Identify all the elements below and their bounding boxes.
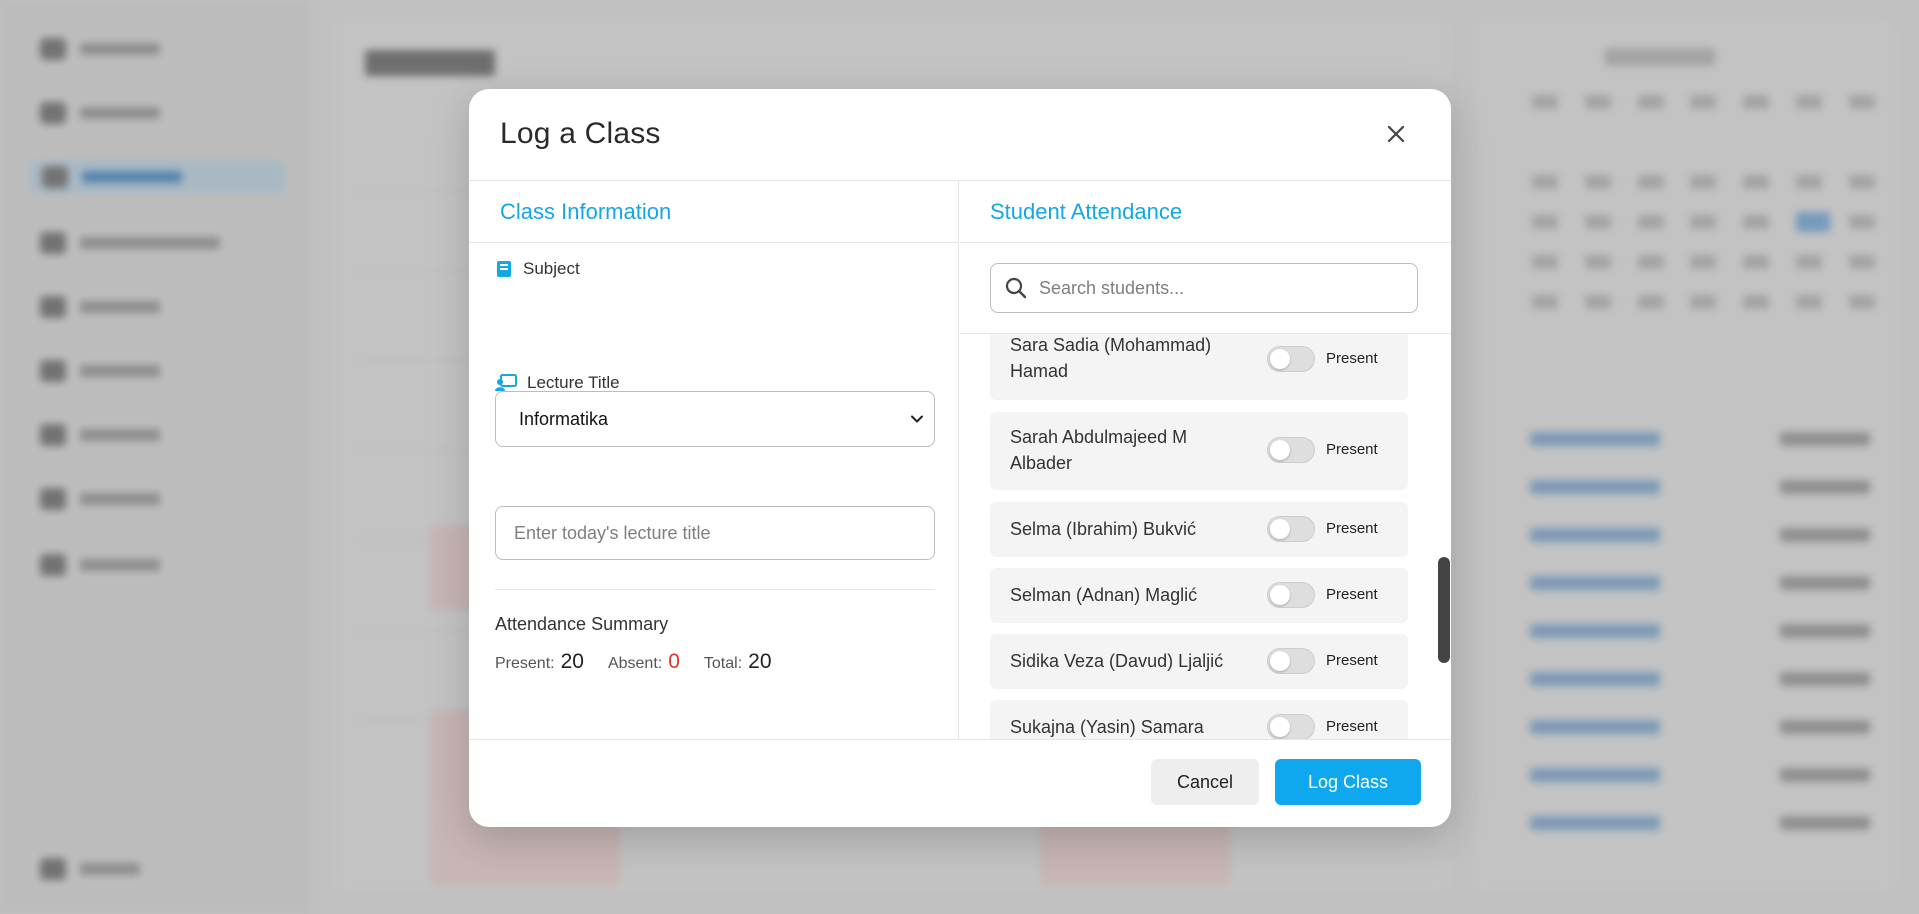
log-class-button[interactable]: Log Class (1275, 759, 1421, 805)
present-count: 20 (560, 650, 584, 673)
student-row: Sarah Abdulmajeed M Albader Present (990, 412, 1408, 490)
student-name: Selman (Adnan) Maglić (1010, 585, 1198, 605)
student-name: Sarah Abdulmajeed M Albader (1010, 427, 1188, 473)
lecture-title-label: Lecture Title (495, 373, 620, 393)
class-information-title: Class Information (500, 198, 672, 224)
attendance-status: Present (1326, 350, 1378, 367)
log-class-modal: Log a Class Class Information Subject In… (469, 89, 1451, 827)
student-list: Sara Sadia (Mohammad) Hamad Present Sara… (990, 334, 1408, 739)
summary-total: Total: 20 (704, 650, 772, 674)
student-row: Sara Sadia (Mohammad) Hamad Present (990, 334, 1408, 400)
search-input[interactable] (1039, 277, 1399, 299)
present-count-label: Present: (495, 655, 555, 672)
close-button[interactable] (1381, 119, 1411, 149)
subject-label: Subject (495, 259, 580, 279)
lecture-title-input[interactable] (495, 506, 935, 560)
student-attendance-title: Student Attendance (990, 198, 1183, 224)
search-icon (1005, 277, 1027, 299)
attendance-status: Present (1326, 586, 1378, 603)
class-information-heading: Class Information (469, 181, 958, 243)
attendance-toggle[interactable] (1267, 437, 1315, 463)
student-row: Selma (Ibrahim) Bukvić Present (990, 502, 1408, 557)
student-name: Sidika Veza (Davud) Ljaljić (1010, 651, 1224, 671)
attendance-summary: Present: 20 Absent: 0 Total: 20 (495, 650, 772, 674)
chevron-down-icon (911, 415, 923, 423)
cancel-button[interactable]: Cancel (1151, 759, 1259, 805)
modal-header: Log a Class (469, 89, 1451, 181)
subject-select[interactable]: Informatika (495, 391, 935, 447)
attendance-toggle[interactable] (1267, 648, 1315, 674)
total-count-label: Total: (703, 655, 743, 672)
subject-select-value: Informatika (519, 408, 609, 429)
absent-count-label: Absent: (607, 655, 663, 672)
attendance-status: Present (1326, 718, 1378, 735)
attendance-status: Present (1326, 441, 1378, 458)
presentation-icon (495, 374, 517, 392)
close-icon (1387, 125, 1405, 143)
subject-label-text: Subject (523, 259, 580, 278)
attendance-toggle[interactable] (1267, 714, 1315, 739)
modal-scrollbar[interactable] (1438, 557, 1450, 663)
total-count: 20 (748, 650, 772, 673)
divider (495, 589, 935, 590)
student-attendance-heading: Student Attendance (960, 181, 1451, 243)
student-attendance-panel: Student Attendance Sara Sadia (Mohammad)… (960, 181, 1451, 739)
student-row: Selman (Adnan) Maglić Present (990, 568, 1408, 623)
student-name: Sara Sadia (Mohammad) Hamad (1010, 335, 1212, 381)
attendance-status: Present (1326, 652, 1378, 669)
attendance-toggle[interactable] (1267, 582, 1315, 608)
attendance-status: Present (1326, 520, 1378, 537)
summary-present: Present: 20 (495, 650, 584, 674)
attendance-toggle[interactable] (1267, 516, 1315, 542)
student-name: Selma (Ibrahim) Bukvić (1010, 519, 1197, 539)
modal-title: Log a Class (500, 117, 661, 150)
student-search (990, 263, 1418, 313)
student-row: Sukajna (Yasin) Samara Present (990, 700, 1408, 739)
class-information-panel: Class Information Subject Informatika Le… (469, 181, 959, 739)
student-name: Sukajna (Yasin) Samara (1010, 717, 1204, 737)
summary-absent: Absent: 0 (608, 650, 680, 674)
attendance-summary-title: Attendance Summary (495, 614, 669, 634)
lecture-title-label-text: Lecture Title (527, 373, 620, 392)
student-row: Sidika Veza (Davud) Ljaljić Present (990, 634, 1408, 689)
absent-count: 0 (668, 650, 680, 673)
attendance-toggle[interactable] (1267, 346, 1315, 372)
book-icon (495, 260, 513, 278)
